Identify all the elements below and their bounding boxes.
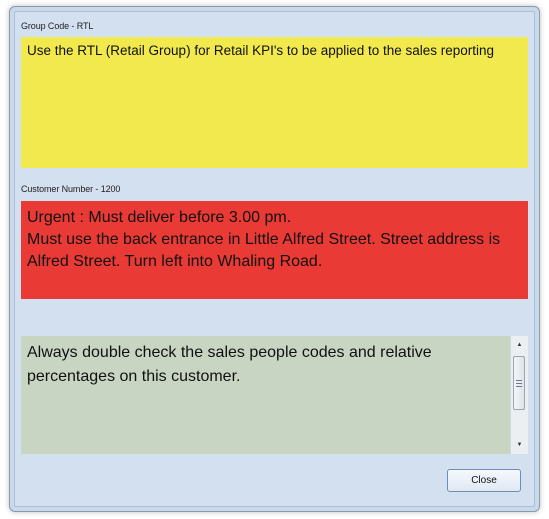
scroll-thumb[interactable] [513,356,525,410]
customer-note-text[interactable]: Urgent : Must deliver before 3.00 pm. Mu… [21,201,528,299]
customer-note-line-2: Must use the back entrance in Little Alf… [27,231,501,270]
scroll-up-icon[interactable]: ▲ [512,337,527,353]
extra-note-textarea[interactable]: Always double check the sales people cod… [21,336,528,454]
extra-note-text: Always double check the sales people cod… [27,344,432,385]
note-dialog: Group Code - RTL Use the RTL (Retail Gro… [9,6,540,512]
extra-note-scrollbar[interactable]: ▲ ▼ [510,336,528,454]
close-button[interactable]: Close [447,469,521,492]
grip-icon [516,379,522,387]
group-code-caption: Group Code - RTL [21,21,94,31]
dialog-client-area: Group Code - RTL Use the RTL (Retail Gro… [14,11,535,507]
group-note-text[interactable]: Use the RTL (Retail Group) for Retail KP… [21,37,528,168]
scroll-down-icon[interactable]: ▼ [512,437,527,453]
customer-note-line-1: Urgent : Must deliver before 3.00 pm. [27,209,292,226]
customer-number-caption: Customer Number - 1200 [21,184,121,194]
